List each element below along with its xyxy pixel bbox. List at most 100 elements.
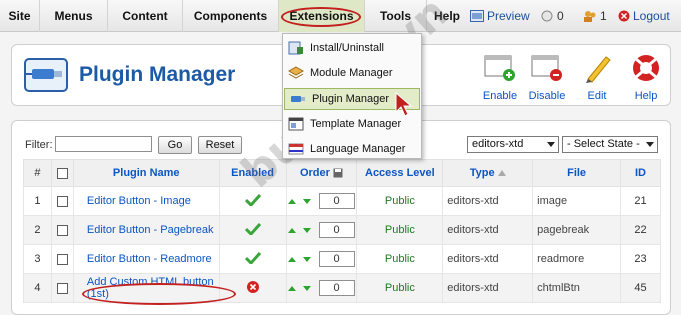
plugin-name-link[interactable]: Editor Button - Readmore <box>72 244 220 274</box>
plugin-icon <box>291 96 305 102</box>
move-up-icon[interactable] <box>288 227 297 233</box>
move-down-icon[interactable] <box>302 256 311 262</box>
dropdown-item-language-manager[interactable]: Language Manager <box>283 138 421 160</box>
users-indicator[interactable]: 1 <box>583 0 607 32</box>
plugin-name-link[interactable]: Editor Button - Pagebreak <box>72 215 220 245</box>
preview-link[interactable]: Preview <box>470 0 530 32</box>
plugin-id: 23 <box>620 244 661 274</box>
order-cell: 0 <box>285 215 358 245</box>
dropdown-item-label: Plugin Manager <box>312 93 390 105</box>
access-level[interactable]: Public <box>356 273 444 303</box>
enable-button[interactable]: Enable <box>478 53 522 102</box>
messages-indicator[interactable]: 0 <box>540 0 564 32</box>
edit-icon <box>586 56 611 83</box>
plugins-table: # Plugin Name Enabled Order Access Level… <box>23 159 661 303</box>
plugin-file: pagebreak <box>532 215 622 245</box>
row-select <box>50 244 74 274</box>
extensions-highlight-circle <box>281 7 361 27</box>
menu-menus[interactable]: Menus <box>40 0 108 32</box>
header-plugin-name[interactable]: Plugin Name <box>72 159 220 187</box>
header-access-level[interactable]: Access Level <box>356 159 444 187</box>
state-filter-select[interactable]: - Select State - <box>562 136 658 153</box>
menu-components[interactable]: Components <box>183 0 279 32</box>
access-level[interactable]: Public <box>356 244 444 274</box>
plugin-file: readmore <box>532 244 622 274</box>
edit-label: Edit <box>587 90 607 102</box>
go-button[interactable]: Go <box>158 136 192 154</box>
table-row: 3 Editor Button - Readmore 0 Public editors… <box>23 244 661 274</box>
preview-label: Preview <box>487 9 530 23</box>
move-down-icon[interactable] <box>302 227 311 233</box>
row-checkbox[interactable] <box>56 195 68 207</box>
sort-ascending-icon <box>497 170 506 176</box>
logout-icon <box>618 10 630 22</box>
help-button[interactable]: Help <box>624 53 668 102</box>
row-checkbox[interactable] <box>56 224 68 236</box>
move-up-icon[interactable] <box>288 285 297 291</box>
check-icon[interactable] <box>244 193 261 207</box>
order-input[interactable]: 0 <box>318 222 355 238</box>
select-all-checkbox[interactable] <box>56 167 68 179</box>
row-number: 4 <box>23 273 52 303</box>
disabled-x-icon[interactable] <box>246 280 259 293</box>
menu-help[interactable]: Help <box>427 0 467 32</box>
row-checkbox[interactable] <box>56 253 68 265</box>
header-type[interactable]: Type <box>442 159 534 187</box>
chevron-down-icon <box>547 142 555 147</box>
check-icon[interactable] <box>244 251 261 265</box>
menu-content[interactable]: Content <box>108 0 183 32</box>
type-filter-value: editors-xtd <box>472 138 524 150</box>
order-cell: 0 <box>285 273 358 303</box>
table-header-row: # Plugin Name Enabled Order Access Level… <box>23 159 661 187</box>
filter-input[interactable] <box>55 136 152 152</box>
logout-label: Logout <box>633 9 670 23</box>
plugin-type: editors-xtd <box>442 215 534 245</box>
header-enabled[interactable]: Enabled <box>218 159 287 187</box>
dropdown-item-label: Module Manager <box>310 67 393 79</box>
save-order-icon[interactable] <box>333 168 343 178</box>
disable-button[interactable]: Disable <box>525 53 569 102</box>
move-up-icon[interactable] <box>288 256 297 262</box>
plugin-id: 45 <box>620 273 661 303</box>
header-file[interactable]: File <box>532 159 622 187</box>
reset-button[interactable]: Reset <box>198 136 242 154</box>
plugin-name-link[interactable]: Editor Button - Image <box>72 186 220 216</box>
check-icon[interactable] <box>244 222 261 236</box>
row-number: 1 <box>23 186 52 216</box>
plugin-type: editors-xtd <box>442 244 534 274</box>
messages-count: 0 <box>557 9 564 23</box>
order-input[interactable]: 0 <box>318 193 355 209</box>
menu-site[interactable]: Site <box>0 0 40 32</box>
move-up-icon[interactable] <box>288 198 297 204</box>
dropdown-item-module-manager[interactable]: Module Manager <box>283 62 421 84</box>
menu-tools[interactable]: Tools <box>365 0 427 32</box>
plugin-file: chtmlBtn <box>532 273 622 303</box>
move-down-icon[interactable] <box>302 198 311 204</box>
row-checkbox[interactable] <box>56 282 68 294</box>
edit-button[interactable]: Edit <box>575 53 619 102</box>
filter-label: Filter: <box>25 139 53 151</box>
dropdown-item-install[interactable]: Install/Uninstall <box>283 37 421 59</box>
dropdown-item-label: Template Manager <box>310 118 402 130</box>
move-down-icon[interactable] <box>302 285 311 291</box>
row-select <box>50 273 74 303</box>
help-label: Help <box>634 90 658 102</box>
enabled-cell <box>218 186 287 216</box>
state-filter-value: - Select State - <box>567 138 640 150</box>
table-row: 1 Editor Button - Image 0 Public editors-xt… <box>23 186 661 216</box>
access-level[interactable]: Public <box>356 215 444 245</box>
type-filter-select[interactable]: editors-xtd <box>467 136 559 153</box>
header-order[interactable]: Order <box>285 159 358 187</box>
enable-label: Enable <box>482 90 518 102</box>
order-label: Order <box>299 167 330 179</box>
order-input[interactable]: 0 <box>318 251 355 267</box>
order-input[interactable]: 0 <box>318 280 355 296</box>
access-level[interactable]: Public <box>356 186 444 216</box>
row-select <box>50 186 74 216</box>
header-id[interactable]: ID <box>620 159 661 187</box>
logout-link[interactable]: Logout <box>618 0 670 32</box>
custom-plugin-highlight-circle <box>82 283 236 305</box>
disable-icon <box>531 55 562 81</box>
language-icon <box>288 143 304 155</box>
table-row: 2 Editor Button - Pagebreak 0 Public editor… <box>23 215 661 245</box>
